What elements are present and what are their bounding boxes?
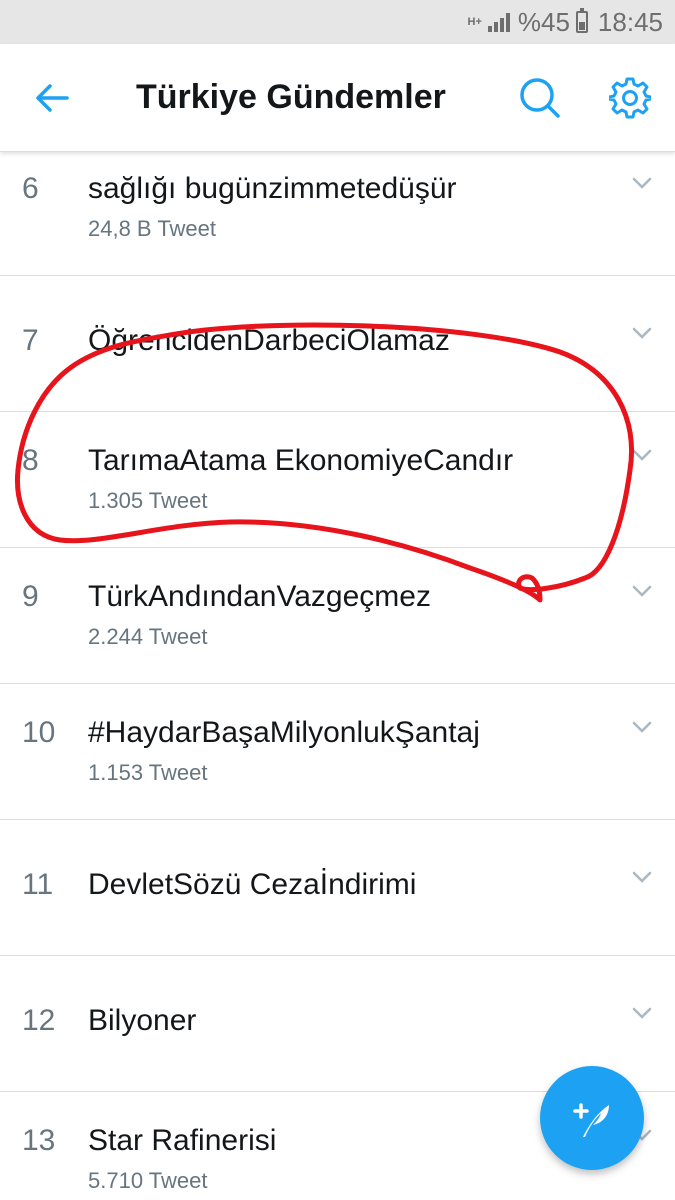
chevron-down-icon[interactable] [629, 174, 655, 192]
chevron-down-icon[interactable] [629, 718, 655, 736]
trend-name: TürkAndındanVazgeçmez [88, 580, 431, 613]
trend-rank: 13 [22, 1124, 56, 1157]
search-icon [520, 78, 560, 118]
tweet-count: 5.710 Tweet [88, 1168, 208, 1193]
trend-rank: 10 [22, 716, 56, 749]
arrow-left-icon [36, 84, 69, 112]
trend-row[interactable]: 9 TürkAndındanVazgeçmez 2.244 Tweet [0, 548, 675, 684]
chevron-down-icon[interactable] [629, 446, 655, 464]
compose-tweet-icon [573, 1103, 609, 1137]
trend-row[interactable]: 10 #HaydarBaşaMilyonlukŞantaj 1.153 Twee… [0, 684, 675, 820]
trend-name: TarımaAtama EkonomiyeCandır [88, 444, 514, 477]
trend-row[interactable]: 8 TarımaAtama EkonomiyeCandır 1.305 Twee… [0, 412, 675, 548]
back-button[interactable] [28, 74, 76, 122]
trend-row[interactable]: 7 ÖğrencidenDarbeciOlamaz [0, 276, 675, 412]
clock: 18:45 [597, 6, 663, 37]
chevron-down-icon[interactable] [629, 868, 655, 886]
battery-level: %45 [517, 6, 570, 37]
chevron-down-icon[interactable] [629, 324, 655, 342]
tweet-count: 1.305 Tweet [88, 488, 208, 513]
battery-icon [575, 8, 588, 33]
trend-rank: 6 [22, 172, 39, 205]
trend-name: Bilyoner [88, 1004, 197, 1037]
trend-rank: 7 [22, 324, 39, 357]
search-button[interactable] [514, 72, 566, 124]
tweet-count: 2.244 Tweet [88, 624, 208, 649]
trend-name: Star Rafinerisi [88, 1124, 277, 1157]
tweet-count: 24,8 B Tweet [88, 216, 217, 241]
trend-rank: 11 [22, 868, 54, 901]
signal-icon [487, 12, 510, 32]
app-bar: Türkiye Gündemler [0, 44, 675, 152]
trend-row[interactable]: 11 DevletSözü Cezaİndirimi [0, 820, 675, 956]
page-title: Türkiye Gündemler [136, 78, 446, 116]
chevron-down-icon[interactable] [629, 582, 655, 600]
trend-name: DevletSözü Cezaİndirimi [88, 868, 417, 901]
settings-button[interactable] [604, 72, 656, 124]
trend-row[interactable]: 6 sağlığı bugünzimmetedüşür 24,8 B Tweet [0, 152, 675, 276]
compose-tweet-button[interactable] [540, 1066, 644, 1170]
gear-icon [609, 77, 651, 119]
trend-name: #HaydarBaşaMilyonlukŞantaj [88, 716, 480, 749]
trend-rank: 8 [22, 444, 39, 477]
chevron-down-icon[interactable] [629, 1004, 655, 1022]
trend-rank: 9 [22, 580, 39, 613]
trend-rank: 12 [22, 1004, 56, 1037]
tweet-count: 1.153 Tweet [88, 760, 208, 785]
trend-name: sağlığı bugünzimmetedüşür [88, 172, 457, 205]
trends-list: 6 sağlığı bugünzimmetedüşür 24,8 B Tweet… [0, 152, 675, 1200]
network-type: H+ [467, 16, 482, 28]
status-bar: H+ %45 18:45 [0, 0, 675, 44]
trend-name: ÖğrencidenDarbeciOlamaz [88, 324, 450, 357]
